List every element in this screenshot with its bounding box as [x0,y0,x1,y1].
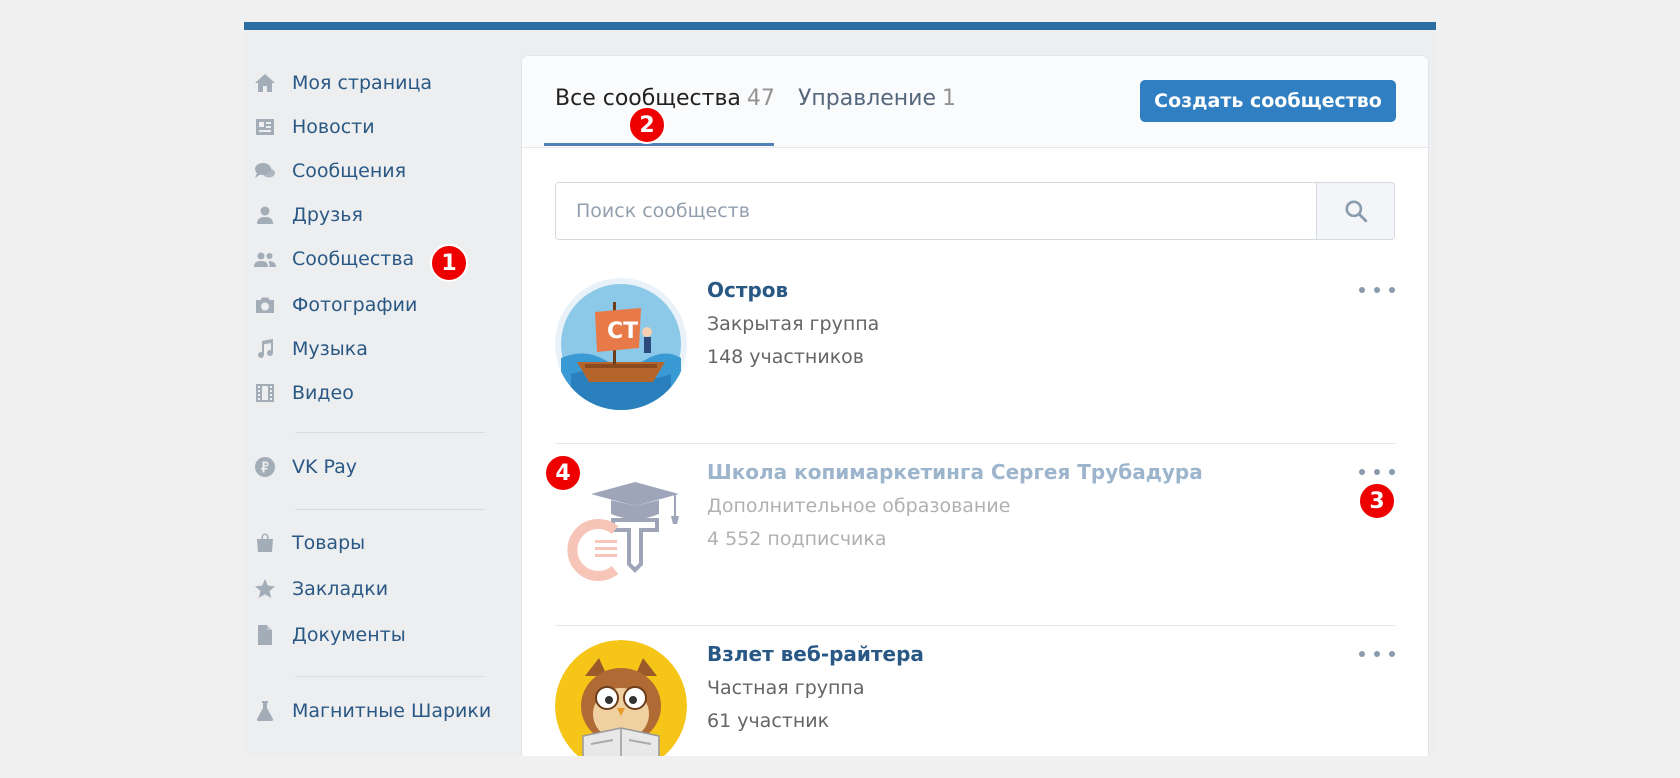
tab-management[interactable]: Управление 1 [798,86,956,111]
sidebar-divider [295,676,485,677]
community-type: Дополнительное образование [707,495,1011,517]
annotation-marker-2: 2 [628,106,666,144]
more-options-button[interactable] [1359,644,1395,664]
sidebar-item-label: Моя страница [292,72,433,94]
community-members: 4 552 подписчика [707,528,887,550]
sidebar-item-label: Новости [292,116,375,138]
messages-icon [250,156,280,186]
sidebar-item-friends[interactable]: Друзья [244,192,496,238]
communities-panel: Все сообщества 47 Управление 1 Создать соо… [522,56,1428,756]
communities-icon [250,244,280,274]
star-icon [250,574,280,604]
community-avatar[interactable] [555,640,687,756]
tab-all-communities[interactable]: Все сообщества 47 [555,86,775,111]
annotation-marker-3: 3 [1358,482,1396,520]
camera-icon [250,290,280,320]
sidebar-item-photos[interactable]: Фотографии [244,282,496,328]
annotation-marker-1: 1 [430,244,468,282]
sidebar-item-label: Сообщества [292,248,415,270]
sidebar-divider [295,432,485,433]
more-options-button[interactable] [1359,462,1395,482]
sidebar-item-label: Сообщения [292,160,407,182]
home-icon [250,68,280,98]
document-icon [250,620,280,650]
community-name[interactable]: Остров [707,278,788,302]
search-icon [1344,200,1367,223]
sidebar-divider [295,509,485,510]
list-item: CT Остров Закрытая группа 148 участников [555,262,1395,444]
sidebar-item-label: Закладки [292,578,389,600]
community-type: Закрытая группа [707,313,880,335]
create-community-button[interactable]: Создать сообщество [1140,80,1396,122]
sidebar-item-my-page[interactable]: Моя страница [244,60,496,106]
friend-icon [250,200,280,230]
sidebar-item-video[interactable]: Видео [244,370,496,416]
sidebar-item-label: Магнитные Шарики [292,700,492,722]
sidebar-item-magnetic-balls[interactable]: Магнитные Шарики [244,688,496,734]
sidebar-item-label: VK Pay [292,456,357,478]
sidebar-item-vk-pay[interactable]: VK Pay [244,444,496,490]
film-icon [250,378,280,408]
sidebar-item-label: Друзья [292,204,363,226]
sidebar-item-messages[interactable]: Сообщения [244,148,496,194]
community-avatar[interactable]: CT [555,278,687,410]
dot-icon [1374,469,1380,475]
sidebar-item-label: Фотографии [292,294,418,316]
tab-label: Управление [798,86,937,111]
svg-text:CT: CT [607,319,638,344]
dot-icon [1374,287,1380,293]
community-name[interactable]: Взлет веб-райтера [707,642,924,666]
search-box [555,182,1395,240]
dot-icon [1359,287,1365,293]
sidebar-item-bookmarks[interactable]: Закладки [244,566,496,612]
sidebar-item-label: Видео [292,382,354,404]
sidebar-item-goods[interactable]: Товары [244,520,496,566]
dot-icon [1359,469,1365,475]
community-members: 148 участников [707,346,865,368]
vk-window: Моя страница Новости Сообщения Друзья Со… [244,22,1436,756]
dot-icon [1389,287,1395,293]
sidebar-item-documents[interactable]: Документы [244,612,496,658]
community-members: 61 участник [707,710,830,732]
sidebar-item-label: Музыка [292,338,368,360]
community-type: Частная группа [707,677,865,699]
news-icon [250,112,280,142]
active-tab-underline [544,143,774,146]
sidebar-item-news[interactable]: Новости [244,104,496,150]
left-sidebar: Моя страница Новости Сообщения Друзья Со… [244,30,496,756]
search-input[interactable] [556,183,1316,239]
sidebar-item-label: Товары [292,532,366,554]
flask-icon [250,696,280,726]
tab-count: 47 [746,86,775,111]
dot-icon [1374,651,1380,657]
search-button[interactable] [1316,183,1394,239]
more-options-button[interactable] [1359,280,1395,300]
sidebar-item-label: Документы [292,624,406,646]
dot-icon [1389,469,1395,475]
music-note-icon [250,334,280,364]
top-bar [244,22,1436,30]
list-item: Школа копимаркетинга Сергея Трубадура До… [555,444,1395,626]
list-item: Взлет веб-райтера Частная группа 61 учас… [555,626,1395,756]
dot-icon [1389,651,1395,657]
tab-count: 1 [942,86,957,111]
community-name[interactable]: Школа копимаркетинга Сергея Трубадура [707,460,1203,484]
shopping-bag-icon [250,528,280,558]
ruble-coin-icon [250,452,280,482]
sidebar-item-music[interactable]: Музыка [244,326,496,372]
dot-icon [1359,651,1365,657]
annotation-marker-4: 4 [544,454,582,492]
